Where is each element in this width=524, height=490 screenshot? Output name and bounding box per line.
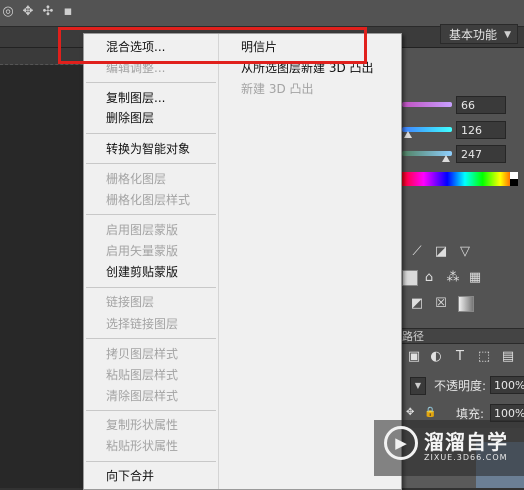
menu-item-paste-layer-style: 粘贴图层样式 (106, 368, 179, 382)
menu-item-enable-layer-mask: 启用图层蒙版 (106, 223, 179, 237)
watermark: ▶ 溜溜自学 ZIXUE.3D66.COM (374, 420, 524, 476)
slider-knob[interactable] (442, 155, 450, 162)
image-filter-icon[interactable]: ▣ (406, 349, 422, 365)
menu-separator (86, 461, 216, 462)
threshold-icon[interactable]: ☒ (432, 296, 450, 312)
smart-object-filter-icon[interactable]: ▤ (500, 349, 516, 365)
camera-icon[interactable]: ▪ (60, 4, 76, 20)
color-lookup-icon[interactable]: ▦ (466, 270, 484, 286)
lock-all-icon[interactable]: 🔒 (424, 407, 436, 419)
black-swatch[interactable] (510, 179, 518, 186)
paths-tab[interactable]: 路径 (400, 328, 524, 344)
curves-icon[interactable]: ⟋ (408, 244, 426, 260)
color-value-field[interactable]: 66 (456, 96, 506, 114)
color-slider-red[interactable]: 66 (400, 96, 524, 118)
color-slider-green[interactable]: 126 (400, 121, 524, 143)
menu-item-delete-layer[interactable]: 删除图层 (106, 108, 154, 128)
menu-item-select-linked-layers: 选择链接图层 (106, 317, 179, 331)
target-icon[interactable]: ◎ (0, 4, 16, 20)
menu-item-merge-down[interactable]: 向下合并 (106, 466, 154, 486)
opacity-control: ▼ 不透明度: 100% (400, 376, 524, 398)
menu-item-blending-options[interactable]: 混合选项... (106, 37, 165, 57)
menu-separator (86, 338, 216, 339)
menu-item-create-clipping-mask[interactable]: 创建剪贴蒙版 (106, 262, 178, 282)
menu-item-enable-vector-mask: 启用矢量蒙版 (106, 244, 179, 258)
workspace-label: 基本功能 (449, 28, 498, 42)
menu-separator (86, 287, 216, 288)
menu-item-rasterize-layer: 栅格化图层 (106, 172, 167, 186)
selective-color-icon[interactable] (458, 296, 474, 312)
rotate-3d-icon[interactable]: ✣ (40, 4, 56, 20)
menu-item-clear-layer-style: 清除图层样式 (106, 389, 179, 403)
menu-item-edit-adjustment: 编辑调整... (106, 61, 166, 75)
chevron-down-icon: ▼ (504, 30, 511, 40)
workspace-switcher[interactable]: 基本功能 ▼ (440, 24, 518, 44)
options-bar: ◎ ✥ ✣ ▪ (0, 0, 524, 27)
menu-separator (86, 82, 216, 83)
color-balance-icon[interactable] (402, 270, 418, 286)
menu-item-new-3d-extrusion-from-selected[interactable]: 从所选图层新建 3D 凸出 (241, 58, 374, 78)
gradient-map-icon[interactable]: ▽ (456, 244, 474, 260)
shape-filter-icon[interactable]: ⬚ (476, 349, 492, 365)
slider-knob[interactable] (404, 131, 412, 138)
layer-filter-tools: ▣ ◐ T ⬚ ▤ (400, 346, 524, 368)
exposure-icon[interactable]: ◪ (432, 244, 450, 260)
menu-item-new-3d-extrusion: 新建 3D 凸出 (241, 82, 314, 96)
adjustments-row-3: ◩ ☒ (400, 296, 524, 316)
lock-position-icon[interactable]: ✥ (406, 407, 418, 419)
menu-item-paste-shape-attributes: 粘贴形状属性 (106, 439, 179, 453)
watermark-title: 溜溜自学 (424, 430, 508, 454)
photo-filter-icon[interactable]: ⌂ (420, 270, 438, 286)
opacity-label: 不透明度: (434, 379, 487, 393)
color-value-field[interactable]: 126 (456, 121, 506, 139)
channel-mixer-icon[interactable]: ⁂ (444, 270, 462, 286)
menu-item-link-layers: 链接图层 (106, 295, 155, 309)
layer-context-menu: 混合选项... 编辑调整... 复制图层... 删除图层 转换为智能对象 栅格化… (83, 33, 402, 490)
menu-separator (86, 410, 216, 411)
menu-item-rasterize-layer-style: 栅格化图层样式 (106, 193, 191, 207)
menu-item-copy-shape-attributes: 复制形状属性 (106, 418, 179, 432)
menu-separator (86, 163, 216, 164)
adjustments-row-1: ⟋ ◪ ▽ (400, 244, 524, 264)
menu-item-postcard[interactable]: 明信片 (241, 37, 277, 57)
menu-separator (86, 133, 216, 134)
color-spectrum-bar[interactable] (400, 172, 518, 186)
menu-column-divider (218, 34, 219, 489)
menu-item-copy-layer-style: 拷贝图层样式 (106, 347, 179, 361)
color-slider-blue[interactable]: 247 (400, 145, 524, 167)
menu-item-duplicate-layer[interactable]: 复制图层... (106, 88, 165, 108)
play-logo-icon: ▶ (384, 426, 418, 460)
slider-track[interactable] (402, 102, 452, 107)
adjustments-row-2: ⌂ ⁂ ▦ (400, 270, 524, 290)
adjustment-filter-icon[interactable]: ◐ (428, 349, 444, 365)
type-filter-icon[interactable]: T (452, 349, 468, 365)
menu-item-convert-to-smart-object[interactable]: 转换为智能对象 (106, 139, 190, 159)
watermark-url: ZIXUE.3D66.COM (424, 453, 508, 462)
color-value-field[interactable]: 247 (456, 145, 506, 163)
menu-separator (86, 214, 216, 215)
move-cross-icon[interactable]: ✥ (20, 4, 36, 20)
opacity-field[interactable]: 100% (490, 376, 524, 394)
posterize-icon[interactable]: ◩ (408, 296, 426, 312)
blend-mode-dropdown[interactable]: ▼ (410, 377, 426, 395)
